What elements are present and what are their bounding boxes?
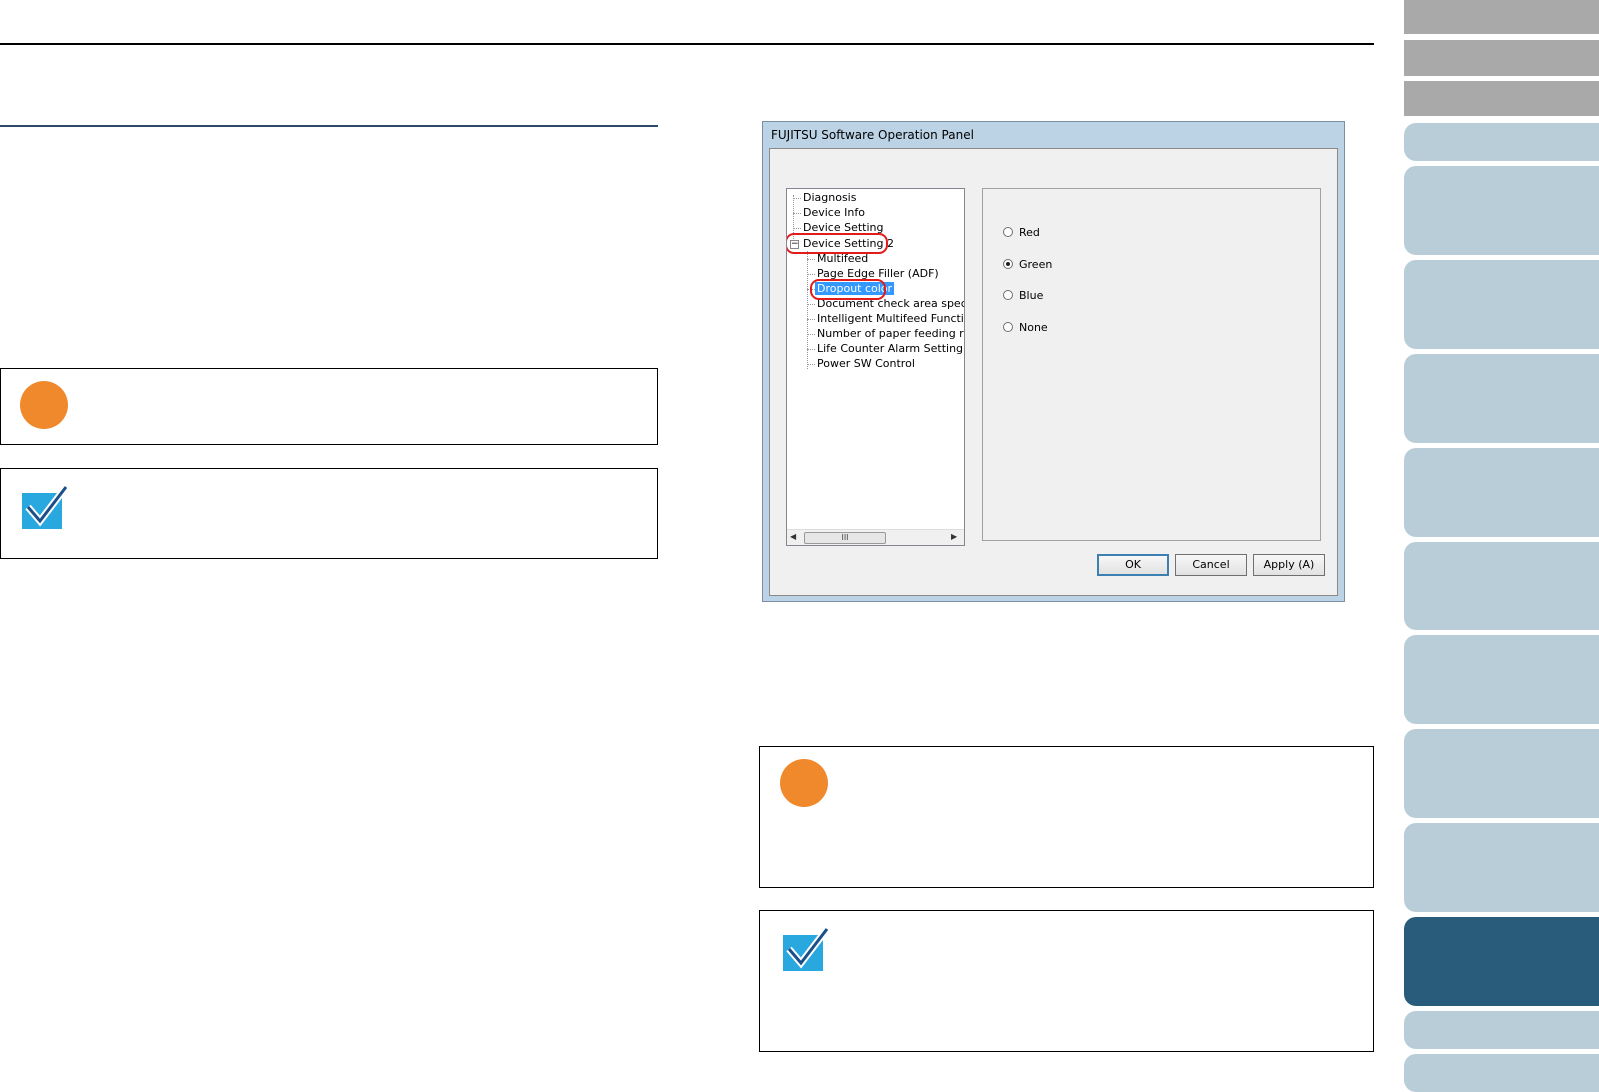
nav-tab-gray-2[interactable] — [1404, 40, 1599, 76]
cancel-button[interactable]: Cancel — [1175, 554, 1247, 576]
apply-button[interactable]: Apply (A) — [1253, 554, 1325, 576]
nav-tab-10[interactable] — [1404, 1011, 1599, 1049]
top-rule — [0, 43, 1374, 45]
tree-item-diagnosis[interactable]: Diagnosis — [803, 191, 856, 205]
nav-tab-11[interactable] — [1404, 1054, 1599, 1092]
checkmark-hint-icon — [22, 484, 68, 529]
important-note-box-right — [759, 746, 1374, 888]
tree-item-multifeed[interactable]: Multifeed — [817, 252, 868, 266]
nav-tab-8[interactable] — [1404, 729, 1599, 818]
nav-tab-2[interactable] — [1404, 166, 1599, 255]
radio-red-button[interactable] — [1003, 227, 1013, 237]
radio-green-button[interactable] — [1003, 259, 1013, 269]
radio-none-label: None — [1019, 321, 1048, 334]
radio-blue-label: Blue — [1019, 289, 1044, 302]
highlight-ring-dropout-color — [810, 279, 886, 300]
tree-item-intelligent-multifeed[interactable]: Intelligent Multifeed Function — [817, 312, 964, 326]
section-rule — [0, 125, 658, 127]
checkmark-hint-icon — [783, 926, 829, 971]
nav-tab-5[interactable] — [1404, 448, 1599, 537]
highlight-ring-device-setting-2 — [787, 233, 888, 254]
nav-tab-3[interactable] — [1404, 260, 1599, 349]
radio-green-label: Green — [1019, 258, 1053, 271]
radio-red-label: Red — [1019, 226, 1040, 239]
operation-panel-dialog: FUJITSU Software Operation Panel − Diagn… — [762, 121, 1345, 602]
scroll-left-arrow-icon[interactable]: ◀ — [790, 532, 796, 541]
nav-tab-1[interactable] — [1404, 123, 1599, 161]
tree-item-life-counter-alarm[interactable]: Life Counter Alarm Setting — [817, 342, 963, 356]
settings-tree[interactable]: − Diagnosis Device Info Device Setting D… — [786, 188, 965, 546]
dialog-client-area: − Diagnosis Device Info Device Setting D… — [769, 148, 1338, 596]
nav-tab-gray-3[interactable] — [1404, 81, 1599, 116]
tree-horizontal-scrollbar[interactable]: ◀ III ▶ — [787, 529, 964, 545]
important-icon — [20, 381, 68, 429]
nav-tab-gray-1[interactable] — [1404, 0, 1599, 34]
tree-item-device-info[interactable]: Device Info — [803, 206, 865, 220]
tree-item-power-sw-control[interactable]: Power SW Control — [817, 357, 915, 371]
nav-tab-9[interactable] — [1404, 823, 1599, 912]
important-icon — [780, 759, 828, 807]
scroll-right-arrow-icon[interactable]: ▶ — [951, 532, 957, 541]
radio-blue-button[interactable] — [1003, 290, 1013, 300]
nav-tab-4[interactable] — [1404, 354, 1599, 443]
nav-tab-7[interactable] — [1404, 635, 1599, 724]
dropout-color-options: Red Green Blue None — [982, 188, 1321, 541]
hint-note-box — [0, 468, 658, 559]
ok-button[interactable]: OK — [1097, 554, 1169, 576]
dialog-title: FUJITSU Software Operation Panel — [771, 128, 974, 142]
important-note-box — [0, 368, 658, 445]
nav-tab-active[interactable] — [1404, 917, 1599, 1006]
hint-note-box-right — [759, 910, 1374, 1052]
nav-tab-6[interactable] — [1404, 542, 1599, 630]
radio-none-button[interactable] — [1003, 322, 1013, 332]
scroll-thumb[interactable]: III — [804, 532, 886, 544]
tree-item-paper-feeding-retries[interactable]: Number of paper feeding retries — [817, 327, 964, 341]
